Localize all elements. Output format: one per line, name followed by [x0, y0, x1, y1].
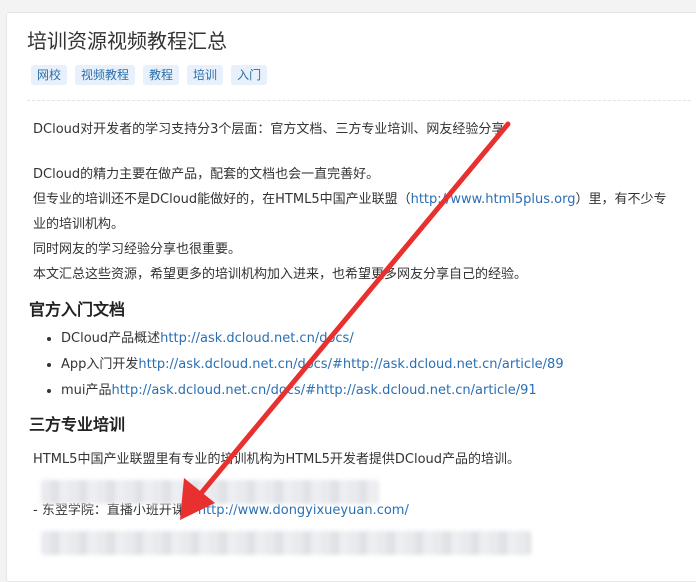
section-heading-training: 三方专业培训: [29, 415, 126, 434]
page-title: 培训资源视频教程汇总: [27, 29, 227, 53]
html5plus-link[interactable]: http://www.html5plus.org: [411, 192, 576, 207]
divider: [27, 100, 691, 101]
paragraph-2-cont: 业的培训机构。: [33, 217, 125, 232]
list-item: mui产品http://ask.dcloud.net.cn/docs/#http…: [61, 378, 673, 404]
dongyi-link[interactable]: http://www.dongyixueyuan.com/: [198, 503, 409, 518]
article-card: 培训资源视频教程汇总 网校 视频教程 教程 培训 入门 DCloud对开发者的学…: [6, 12, 696, 582]
article-body: DCloud对开发者的学习支持分3个层面：官方文档、三方专业培训、网友经验分享 …: [29, 117, 673, 523]
doc-link-app-intro[interactable]: http://ask.dcloud.net.cn/docs/#http://as…: [138, 357, 563, 372]
section-heading-official-docs: 官方入门文档: [29, 300, 126, 319]
tag-tutorial[interactable]: 教程: [143, 65, 180, 85]
list-item: App入门开发http://ask.dcloud.net.cn/docs/#ht…: [61, 352, 673, 378]
tag-list: 网校 视频教程 教程 培训 入门: [31, 65, 268, 85]
tag-training[interactable]: 培训: [187, 65, 224, 85]
doc-link-mui[interactable]: http://ask.dcloud.net.cn/docs/#http://as…: [112, 383, 537, 398]
doc-link-product-overview[interactable]: http://ask.dcloud.net.cn/docs/: [160, 331, 354, 346]
paragraph-4: 本文汇总这些资源，希望更多的培训机构加入进来，也希望更多网友分享自己的经验。: [33, 267, 528, 282]
list-item: DCloud产品概述http://ask.dcloud.net.cn/docs/: [61, 326, 673, 352]
paragraph-1: DCloud的精力主要在做产品，配套的文档也会一直完善好。: [33, 167, 380, 182]
redacted-line-2: [41, 531, 531, 555]
tag-video-tutorial[interactable]: 视频教程: [75, 65, 136, 85]
training-intro: HTML5中国产业联盟里有专业的培训机构为HTML5开发者提供DCloud产品的…: [33, 452, 521, 467]
intro-text: DCloud对开发者的学习支持分3个层面：官方文档、三方专业培训、网友经验分享: [33, 122, 505, 137]
tag-wangxiao[interactable]: 网校: [31, 65, 68, 85]
tag-beginner[interactable]: 入门: [231, 65, 268, 85]
paragraph-2: 但专业的培训还不是DCloud能做好的，在HTML5中国产业联盟（http://…: [33, 192, 667, 207]
official-docs-list: DCloud产品概述http://ask.dcloud.net.cn/docs/…: [33, 326, 673, 404]
paragraph-3: 同时网友的学习经验分享也很重要。: [33, 242, 242, 257]
redacted-line-1: [41, 480, 379, 504]
